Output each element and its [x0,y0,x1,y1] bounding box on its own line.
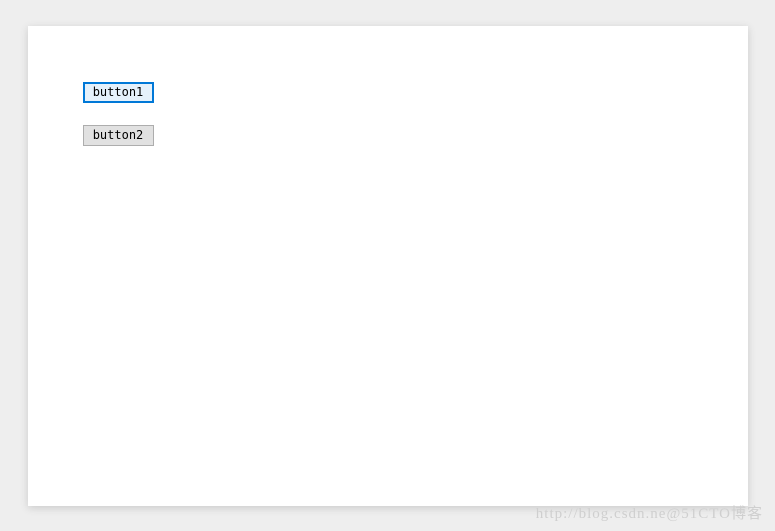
button1[interactable]: button1 [83,82,154,103]
button2[interactable]: button2 [83,125,154,146]
main-panel: button1 button2 [28,26,748,506]
